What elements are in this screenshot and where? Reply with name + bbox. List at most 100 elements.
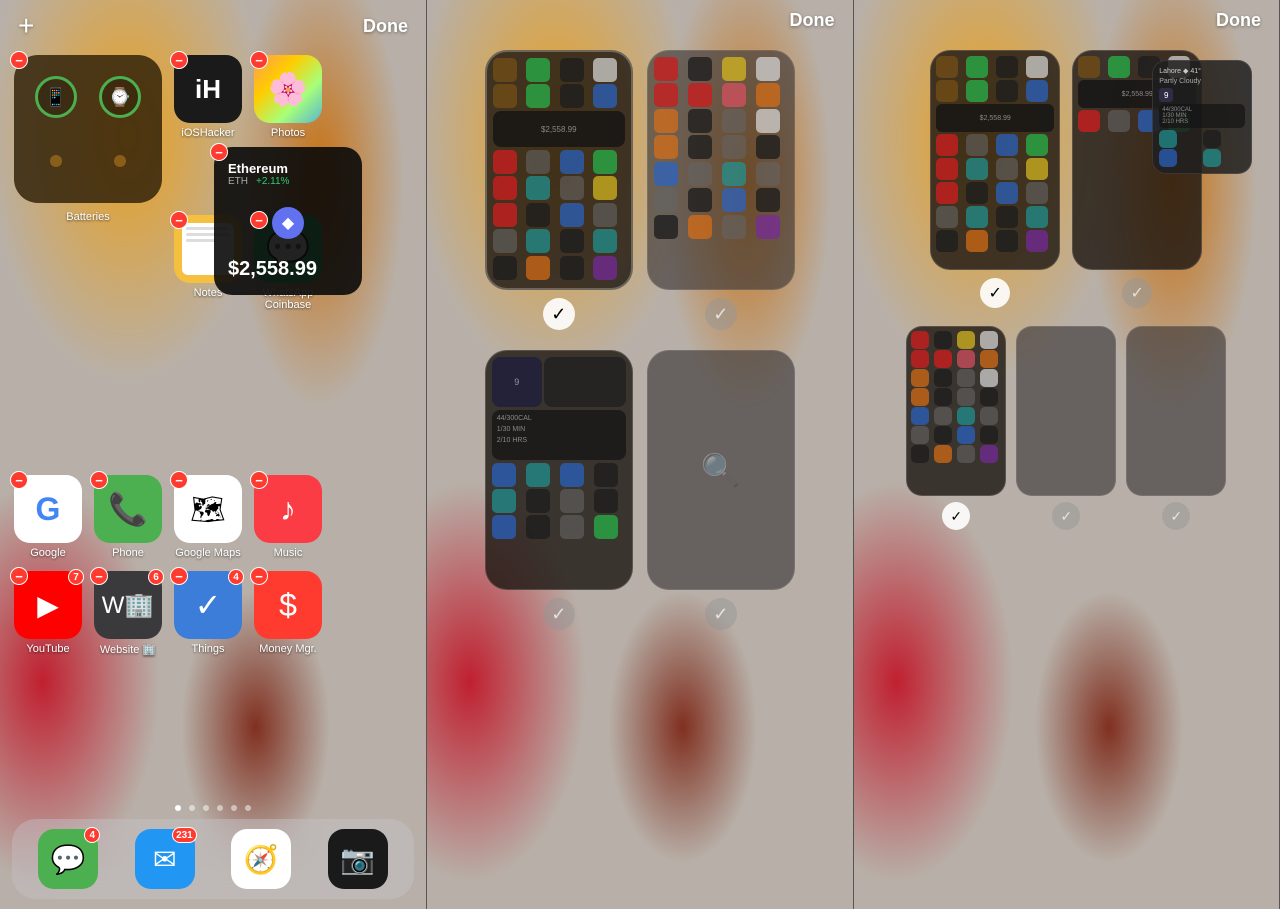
mail-badge: 231 [172,827,197,843]
things-badge: 4 [228,569,244,585]
top-bar-2: Done [427,0,853,41]
dot-4 [217,805,223,811]
remove-phone[interactable]: − [90,471,108,489]
top-bar-1: + Done [0,0,426,52]
page3-option-5[interactable]: ✓ [1126,326,1226,530]
moneymgr-label: Money Mgr. [259,643,316,655]
checkmark3-1: ✓ [980,278,1010,308]
remove-whatsapp[interactable]: − [250,211,268,229]
dock: 4 💬 231 ✉ 🧭 📷 [12,819,414,899]
page-option-3[interactable]: 9 44/300CAL 1/30 MIN 2/10 HRS ✓ [485,350,633,630]
page-preview-1: $2,558.99 [485,50,633,290]
things-label: Things [191,643,224,655]
coinbase-price: $2,558.99 [228,258,348,281]
dock-messages[interactable]: 4 💬 [38,829,98,889]
dock-safari[interactable]: 🧭 [231,829,291,889]
add-widget-button[interactable]: + [18,10,34,42]
checkmark3-3: ✓ [942,502,970,530]
dot-2 [189,805,195,811]
page-option-1[interactable]: $2,558.99 ✓ [485,50,633,330]
remove-photos[interactable]: − [250,51,268,69]
youtube-badge: 7 [68,569,84,585]
done-button-2[interactable]: Done [790,10,835,31]
checkmark-2: ✓ [705,298,737,330]
dot-5 [231,805,237,811]
coinbase-title: Ethereum [228,161,348,176]
batteries-label: Batteries [14,211,162,223]
messages-badge: 4 [84,827,100,843]
page-preview-2 [647,50,795,290]
battery-dot-1 [50,155,62,167]
remove-maps[interactable]: − [170,471,188,489]
website-badge: 6 [148,569,164,585]
battery-icon-1: 📱 [35,76,77,118]
page3-option-1[interactable]: $2,558.99 ✓ [930,50,1060,308]
coinbase-change: +2.11% [256,176,289,187]
maps-label: Google Maps [175,547,240,559]
eth-logo: ◆ [272,207,304,239]
safari-icon: 🧭 [231,829,291,889]
remove-youtube[interactable]: − [10,567,28,585]
google-label: Google [30,547,65,559]
page-preview-3: 9 44/300CAL 1/30 MIN 2/10 HRS [485,350,633,590]
page3-preview-5 [1126,326,1226,496]
battery-dot-2 [114,155,126,167]
youtube-label: YouTube [26,643,69,655]
done-button-1[interactable]: Done [363,16,408,37]
remove-batteries[interactable]: − [10,51,28,69]
app-ioshacker[interactable]: − iH iOSHacker [174,55,242,139]
checkmark3-2: ✓ [1122,278,1152,308]
app-maps[interactable]: − 🗺 Google Maps [174,475,242,559]
app-google[interactable]: − G Google [14,475,82,559]
camera-icon: 📷 [328,829,388,889]
done-button-3[interactable]: Done [1216,10,1261,31]
checkmark3-4: ✓ [1052,502,1080,530]
dot-3 [203,805,209,811]
remove-notes[interactable]: − [170,211,188,229]
app-things[interactable]: − 4 ✓ Things [174,571,242,656]
dot-1 [175,805,181,811]
checkmark-1: ✓ [543,298,575,330]
app-moneymgr[interactable]: − $ Money Mgr. [254,571,322,656]
page-option-2[interactable]: ✓ [647,50,795,330]
remove-coinbase[interactable]: − [210,143,228,161]
remove-ioshacker[interactable]: − [170,51,188,69]
screen-panel-2: Done $2,558.99 [427,0,854,909]
page3-option-4[interactable]: ✓ [1016,326,1116,530]
page-option-4[interactable]: 🔍 ✓ [647,350,795,630]
coinbase-ticker: ETH [228,176,248,187]
coinbase-label: Coinbase [214,299,362,311]
dock-camera[interactable]: 📷 [328,829,388,889]
dock-mail[interactable]: 231 ✉ [135,829,195,889]
website-label: Website 🏢 [100,643,156,656]
battery-icon-2: ⌚ [99,76,141,118]
music-label: Music [274,547,303,559]
coinbase-widget: − Ethereum ETH +2.11% ◆ $2,558.99 Coinba… [214,147,362,311]
page3-option-3[interactable]: ✓ [906,326,1006,530]
page3-preview-1: $2,558.99 [930,50,1060,270]
page3-option-2[interactable]: $2,558.99 Lahore ◆ 41° Partly Cloudy 9 4… [1072,50,1202,308]
page-dots [0,805,426,811]
checkmark-4: ✓ [705,598,737,630]
phone-label: Phone [112,547,144,559]
app-photos[interactable]: − 🌸 Photos [254,55,322,139]
page3-preview-3 [906,326,1006,496]
screen-panel-3: Done $2,558.99 [854,0,1280,909]
top-bar-3: Done [854,0,1280,41]
remove-website[interactable]: − [90,567,108,585]
app-youtube[interactable]: − 7 ▶ YouTube [14,571,82,656]
app-phone[interactable]: − 📞 Phone [94,475,162,559]
app-website[interactable]: − 6 W🏢 Website 🏢 [94,571,162,656]
remove-things[interactable]: − [170,567,188,585]
photos-label: Photos [271,127,305,139]
page3-preview-4 [1016,326,1116,496]
ioshacker-label: iOSHacker [181,127,234,139]
checkmark3-5: ✓ [1162,502,1190,530]
app-music[interactable]: − ♪ Music [254,475,322,559]
page-preview-4: 🔍 [647,350,795,590]
checkmark-3: ✓ [543,598,575,630]
remove-music[interactable]: − [250,471,268,489]
remove-moneymgr[interactable]: − [250,567,268,585]
screen-panel-1: + Done − 📱 ⌚ Batteries − iH iOSHacker [0,0,427,909]
remove-google[interactable]: − [10,471,28,489]
